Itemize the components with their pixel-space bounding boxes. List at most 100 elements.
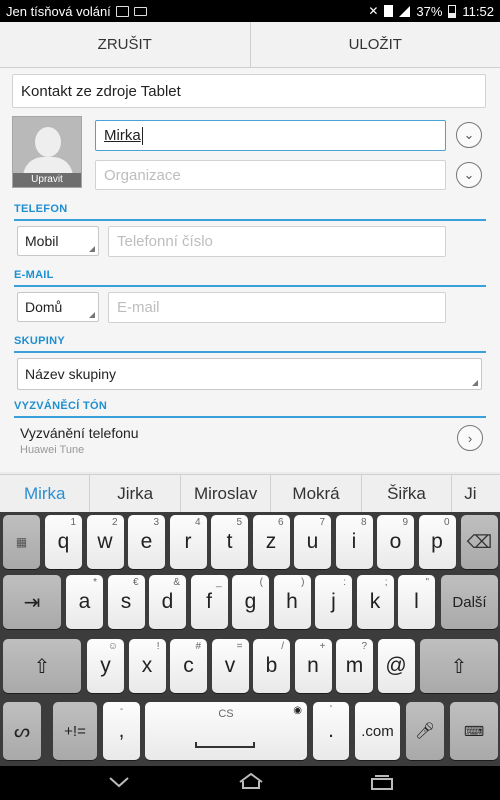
account-selector[interactable]: Kontakt ze zdroje Tablet (12, 74, 486, 108)
ringtone-title[interactable]: Vyzvánění telefonu (20, 425, 139, 441)
group-spinner[interactable]: Název skupiny (17, 358, 482, 390)
home-icon[interactable] (238, 772, 264, 790)
key-label: b (265, 654, 278, 677)
avatar-head-icon (35, 127, 61, 157)
key-label: f (206, 590, 212, 613)
phone-type-spinner[interactable]: Mobil (17, 226, 99, 256)
shift-right-key[interactable]: ⇧ (420, 639, 498, 693)
key-hint: ) (301, 577, 305, 588)
organization-field[interactable]: Organizace (95, 160, 446, 190)
period-key[interactable]: ' . (313, 702, 349, 760)
email-section-header: E-MAIL (14, 269, 486, 287)
letter-key[interactable]: 9o (377, 515, 414, 569)
section-divider (14, 416, 486, 418)
letter-key[interactable]: ☺ y (87, 639, 124, 693)
suggestion-strip: Mirka Jirka Miroslav Mokrá Šiřka Ji (0, 474, 500, 512)
suggestion-item[interactable]: Miroslav (181, 475, 272, 512)
letter-key[interactable]: " l (398, 575, 435, 629)
letter-key[interactable]: € s (107, 575, 145, 629)
key-hint: ( (259, 577, 263, 588)
section-divider (14, 219, 486, 221)
keyboard-settings-key[interactable]: ⌨ (450, 702, 498, 760)
key-label: r (184, 530, 192, 553)
letter-key[interactable]: 0p (418, 515, 456, 569)
letter-key[interactable]: @ (377, 639, 415, 693)
key-hint: ☺ (107, 641, 118, 652)
letter-key[interactable]: _ f (190, 575, 228, 629)
backspace-icon: ⌫ (466, 531, 493, 552)
letter-key[interactable]: ! x (128, 639, 166, 693)
suggestion-item[interactable]: Mokrá (271, 475, 362, 512)
save-button[interactable]: ULOŽIT (251, 22, 500, 67)
next-key[interactable]: Další (441, 575, 498, 629)
letter-key[interactable]: ) h (273, 575, 311, 629)
suggestion-item[interactable]: Šiřka (362, 475, 453, 512)
symbols-key[interactable]: +!= (53, 702, 97, 760)
letter-key[interactable]: + n (294, 639, 332, 693)
back-chevron-icon[interactable] (108, 776, 130, 788)
letter-key[interactable]: / b (253, 639, 290, 693)
chevron-down-icon: ⌄ (463, 127, 475, 142)
key-label: q (57, 530, 70, 553)
letter-key[interactable]: ; k (356, 575, 394, 629)
photo-edit-caption[interactable]: Upravit (13, 173, 81, 187)
key-label: o (389, 530, 402, 553)
screen: Jen tísňová volání ✕ 37% 11:52 ZRUŠIT UL… (0, 0, 500, 800)
key-hint: 0 (443, 517, 450, 528)
navigation-bar (0, 766, 500, 800)
letter-key[interactable]: (g (232, 575, 269, 629)
space-key[interactable]: CS ◉ (145, 702, 307, 760)
recent-apps-icon[interactable] (369, 773, 395, 791)
email-type-spinner[interactable]: Domů (17, 292, 99, 322)
letter-key[interactable]: ? m (336, 639, 373, 693)
suggestion-item[interactable]: Ji (452, 475, 500, 512)
swype-key[interactable]: ᔕ (3, 702, 41, 760)
letter-key[interactable]: 4r (169, 515, 207, 569)
letter-key[interactable]: :j (315, 575, 352, 629)
phone-number-field[interactable]: Telefonní číslo (108, 226, 446, 257)
voice-input-key[interactable]: 🎤︎ (406, 702, 444, 760)
ringtone-subtitle: Huawei Tune (20, 444, 85, 456)
battery-icon (448, 4, 457, 18)
letter-key[interactable]: 7u (294, 515, 331, 569)
comma-key[interactable]: - , (103, 702, 140, 760)
section-divider (14, 351, 486, 353)
letter-key[interactable]: 2w (86, 515, 124, 569)
suggestion-item[interactable]: Jirka (90, 475, 181, 512)
key-label: n (307, 654, 319, 677)
expand-organization-button[interactable]: ⌄ (456, 162, 482, 188)
letter-key[interactable]: 8i (335, 515, 373, 569)
letter-key[interactable]: 3e (128, 515, 165, 569)
tab-key[interactable]: ⇥ (3, 575, 61, 629)
chevron-down-icon: ⌄ (463, 167, 475, 182)
ringtone-open-button[interactable]: › (457, 425, 483, 451)
contact-photo[interactable]: Upravit (12, 116, 82, 188)
key-hint: * (93, 577, 97, 588)
suggestion-item[interactable]: Mirka (0, 475, 91, 512)
name-field[interactable]: Mirka (95, 120, 446, 151)
shift-icon: ⇧ (33, 655, 51, 678)
key-hint: ? (361, 641, 367, 652)
key-hint: _ (215, 577, 222, 588)
backspace-key[interactable]: ⌫ (461, 515, 498, 569)
swype-icon: ᔕ (13, 720, 31, 741)
key-label: h (286, 590, 298, 613)
cancel-button[interactable]: ZRUŠIT (0, 22, 250, 67)
period-label: . (328, 719, 334, 742)
letter-key[interactable]: # c (170, 639, 207, 693)
letter-key[interactable]: = v (211, 639, 249, 693)
letter-key[interactable]: 5t (211, 515, 248, 569)
text-cursor (141, 126, 143, 145)
letter-key[interactable]: 6z (252, 515, 290, 569)
numpad-switch-key[interactable]: ▦ (3, 515, 40, 569)
letter-key[interactable]: & d (149, 575, 186, 629)
letter-key[interactable]: 1q (45, 515, 82, 569)
carrier-text: Jen tísňová volání (6, 3, 111, 19)
key-label: p (431, 530, 443, 553)
dotcom-key[interactable]: .com (355, 702, 400, 760)
shift-left-key[interactable]: ⇧ (3, 639, 81, 693)
letter-key[interactable]: * a (66, 575, 103, 629)
email-field[interactable]: E-mail (108, 292, 446, 323)
expand-name-button[interactable]: ⌄ (456, 122, 482, 148)
key-hint: 7 (319, 517, 325, 528)
